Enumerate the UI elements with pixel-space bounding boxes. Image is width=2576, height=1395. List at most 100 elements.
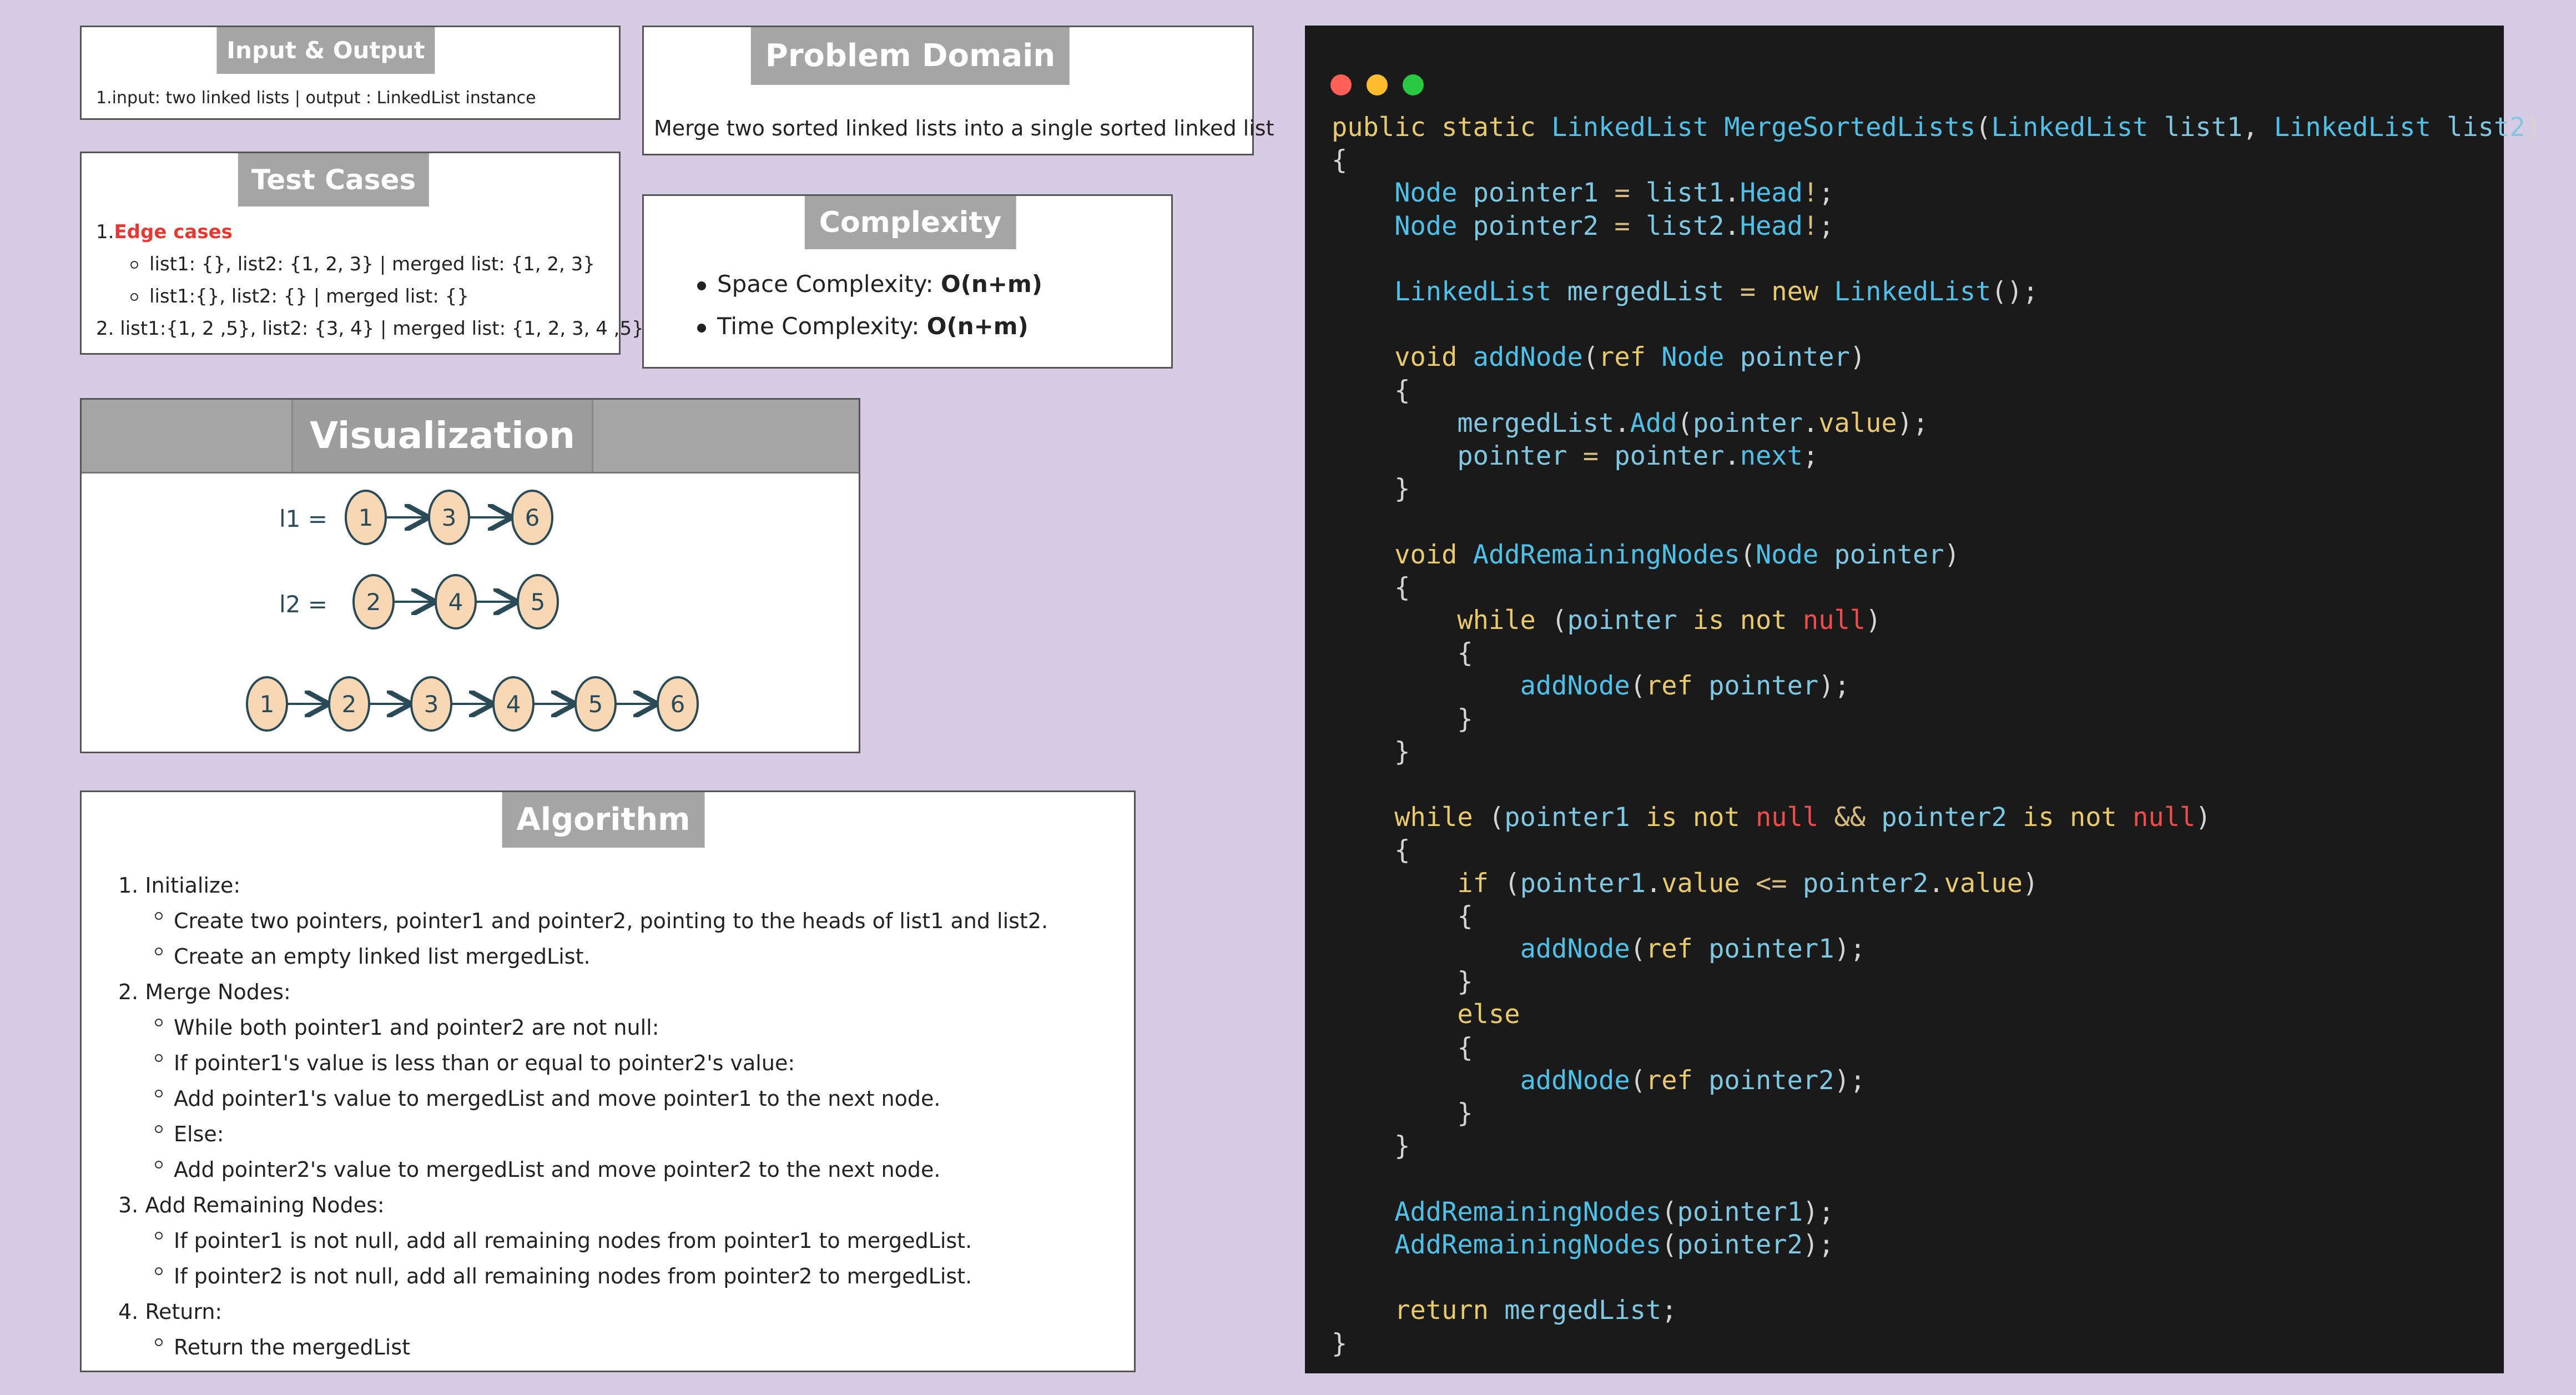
code-punctuation: . xyxy=(1724,178,1740,209)
code-punctuation: ) xyxy=(1944,539,1960,570)
input-output-title: Input & Output xyxy=(216,27,435,74)
code-token: Head xyxy=(1740,210,1803,241)
code-token: list2 xyxy=(2447,112,2525,143)
code-token: pointer xyxy=(1740,342,1850,373)
code-token: AddRemainingNodes xyxy=(1394,1229,1662,1260)
code-punctuation: <= xyxy=(1756,868,1787,899)
code-token: pointer xyxy=(1457,441,1567,472)
step-2a: While both pointer1 and pointer2 are not… xyxy=(174,1015,659,1040)
test-case-2: 2. list1:{1, 2 ,5}, list2: {3, 4} | merg… xyxy=(96,318,644,340)
problem-domain-card: Problem Domain Merge two sorted linked l… xyxy=(642,26,1274,155)
code-punctuation: ) xyxy=(2195,802,2211,833)
code-punctuation: . xyxy=(1928,868,1944,899)
code-token: pointer1 xyxy=(1708,934,1834,965)
bullet-ring xyxy=(130,261,138,269)
edge-cases-label: Edge cases xyxy=(114,221,233,243)
test-cases-card: Test Cases 1.Edge cases list1: {}, list2… xyxy=(80,152,644,355)
test-case-sub-1: list1: {}, list2: {1, 2, 3} | merged lis… xyxy=(149,253,595,275)
code-punctuation: } xyxy=(1457,703,1473,734)
code-token: mergedList xyxy=(1567,276,1725,308)
code-punctuation: ( xyxy=(1551,605,1567,636)
step-4a: Return the mergedList xyxy=(174,1335,411,1359)
code-token: not xyxy=(1692,802,1740,833)
code-punctuation: = xyxy=(1614,210,1630,241)
code-token: public xyxy=(1332,112,1426,143)
complexity-card: Complexity Space Complexity: O(n+m) Time… xyxy=(642,194,1173,369)
code-token: pointer1 xyxy=(1504,802,1630,833)
window-close-dot xyxy=(1330,74,1352,95)
l1-label: l1 = xyxy=(279,505,327,532)
code-token: addNode xyxy=(1520,934,1630,965)
code-punctuation: ); xyxy=(1818,671,1850,702)
space-complexity-label: Space Complexity: xyxy=(717,270,941,298)
code-punctuation: ); xyxy=(1834,934,1866,965)
bullet-ring xyxy=(155,912,163,920)
code-punctuation: { xyxy=(1332,145,1348,176)
code-punctuation: ); xyxy=(1802,1229,1834,1260)
code-token: if xyxy=(1457,868,1489,899)
code-block: public static LinkedList MergeSortedList… xyxy=(1332,111,2541,1360)
bullet-ring xyxy=(155,1232,163,1240)
code-token: pointer1 xyxy=(1520,868,1646,899)
bullet-dot xyxy=(697,281,706,290)
code-punctuation: ); xyxy=(1802,1196,1834,1227)
code-punctuation: ) xyxy=(2023,868,2039,899)
step-1b: Create an empty linked list mergedList. xyxy=(174,944,591,969)
bullet-ring xyxy=(155,1090,163,1097)
code-punctuation: ( xyxy=(1630,1065,1646,1096)
window-maximize-dot xyxy=(1403,74,1424,95)
code-token: addNode xyxy=(1473,342,1583,373)
input-output-text: 1.input: two linked lists | output : Lin… xyxy=(96,88,536,108)
linked-list-diagram: l1 = 1 3 6 l2 = 2 4 5 1 2 3 4 5 6 xyxy=(246,490,699,732)
code-punctuation: } xyxy=(1332,1328,1348,1359)
step-3b: If pointer2 is not null, add all remaini… xyxy=(174,1264,972,1288)
merged-node-value: 3 xyxy=(424,691,439,718)
code-token: ref xyxy=(1599,342,1646,373)
code-punctuation: { xyxy=(1394,572,1410,603)
bullet-ring xyxy=(155,1125,163,1133)
code-token: LinkedList xyxy=(1991,112,2149,143)
test-case-1-number: 1. xyxy=(96,221,114,243)
code-token: next xyxy=(1740,441,1803,472)
bullet-ring xyxy=(155,1338,163,1346)
complexity-title: Complexity xyxy=(804,196,1016,249)
code-punctuation: ; xyxy=(1661,1295,1677,1326)
code-token: list1 xyxy=(2164,112,2243,143)
code-token: LinkedList xyxy=(1551,112,1709,143)
bullet-ring xyxy=(155,1161,163,1169)
code-punctuation: ( xyxy=(1677,407,1693,439)
code-punctuation: ( xyxy=(1582,342,1599,373)
space-complexity-value: O(n+m) xyxy=(941,270,1042,298)
code-token: else xyxy=(1457,999,1520,1030)
code-punctuation: ; xyxy=(1818,178,1834,209)
time-complexity-label: Time Complexity: xyxy=(717,313,927,340)
code-punctuation: ( xyxy=(1630,671,1646,702)
code-token: pointer2 xyxy=(1473,210,1599,241)
code-token: pointer xyxy=(1834,539,1944,570)
space-complexity: Space Complexity: O(n+m) xyxy=(717,270,1042,298)
merged-node-value: 2 xyxy=(342,691,357,718)
step-1a: Create two pointers, pointer1 and pointe… xyxy=(174,909,1048,933)
code-token: value xyxy=(1661,868,1740,899)
code-punctuation: ); xyxy=(1834,1065,1866,1096)
code-token: value xyxy=(1818,407,1897,439)
step-4: 4. Return: xyxy=(118,1300,223,1324)
code-punctuation: = xyxy=(1582,441,1599,472)
code-punctuation: ) xyxy=(2525,112,2541,143)
step-3a: If pointer1 is not null, add all remaini… xyxy=(174,1228,972,1253)
code-token: LinkedList xyxy=(1834,276,1992,308)
code-punctuation: } xyxy=(1457,1098,1473,1129)
code-token: MergeSortedLists xyxy=(1724,112,1976,143)
code-punctuation: ) xyxy=(1866,605,1882,636)
code-punctuation: ( xyxy=(1661,1229,1677,1260)
code-punctuation: ( xyxy=(1630,934,1646,965)
code-token: pointer1 xyxy=(1473,178,1599,209)
code-token: value xyxy=(1944,868,2023,899)
code-token: addNode xyxy=(1520,671,1630,702)
code-punctuation: . xyxy=(1724,210,1740,241)
code-token: list1 xyxy=(1645,178,1725,209)
l2-node-value: 4 xyxy=(448,588,463,616)
code-punctuation: { xyxy=(1457,1032,1473,1063)
code-punctuation: , xyxy=(2242,112,2259,143)
code-punctuation: { xyxy=(1394,375,1410,406)
